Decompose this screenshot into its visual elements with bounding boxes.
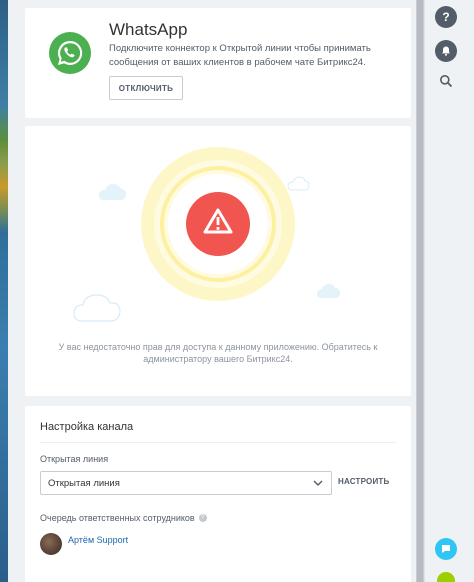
status-indicator[interactable] (437, 572, 455, 582)
queue-user-name[interactable]: Артём Support (68, 535, 128, 545)
search-icon[interactable] (435, 70, 457, 92)
open-line-select[interactable]: Открытая линия (40, 471, 332, 495)
settings-title: Настройка канала (40, 421, 134, 433)
help-hint-icon[interactable]: ? (198, 514, 207, 522)
channel-settings-card: Настройка канала Открытая линия Открытая… (25, 406, 411, 582)
configure-button[interactable]: НАСТРОИТЬ (338, 477, 389, 486)
chevron-down-icon (313, 480, 323, 486)
access-error-message: У вас недостаточно прав для доступа к да… (58, 342, 378, 364)
queue-label: Очередь ответственных сотрудников (40, 513, 195, 523)
scrollbar-thumb[interactable] (417, 0, 423, 582)
scrollbar[interactable] (416, 0, 424, 582)
cloud-icon (73, 294, 121, 322)
disable-button[interactable]: ОТКЛЮЧИТЬ (109, 76, 183, 100)
help-icon[interactable]: ? (435, 6, 457, 28)
right-panel: ? (424, 0, 474, 582)
background-strip (0, 0, 8, 582)
bell-icon[interactable] (435, 40, 457, 62)
error-illustration (73, 147, 340, 322)
connector-title: WhatsApp (109, 20, 188, 39)
divider (40, 442, 396, 443)
vertical-hint (439, 262, 453, 322)
open-line-select-value: Открытая линия (48, 477, 120, 489)
open-lines-icon[interactable] (435, 538, 457, 560)
connector-description: Подключите коннектор к Открытой линии чт… (109, 43, 371, 68)
access-error-card: У вас недостаточно прав для доступа к да… (25, 126, 411, 396)
whatsapp-icon (49, 32, 91, 74)
connector-header-card: WhatsApp Подключите коннектор к Открытой… (25, 8, 411, 118)
slider-panel: WhatsApp Подключите коннектор к Открытой… (8, 0, 416, 582)
open-line-label: Открытая линия (40, 454, 109, 464)
queue-label-row: Очередь ответственных сотрудников ? (40, 513, 207, 523)
avatar (40, 533, 62, 555)
queue-user[interactable]: Артём Support (40, 533, 128, 555)
